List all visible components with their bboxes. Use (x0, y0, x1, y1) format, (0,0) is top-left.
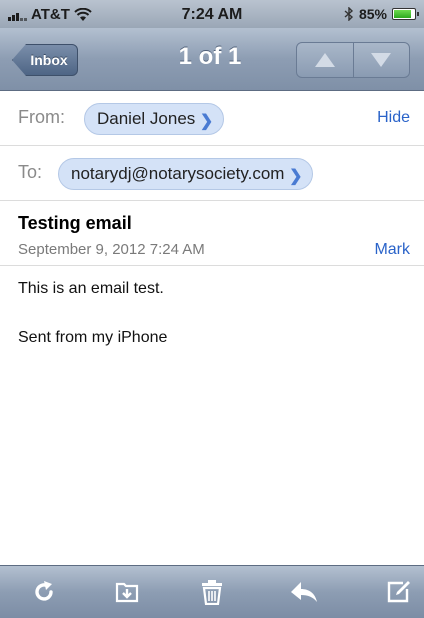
inbox-back-button[interactable]: Inbox (12, 44, 78, 76)
chevron-right-icon: ❯ (199, 113, 214, 130)
previous-message-button[interactable] (297, 43, 353, 77)
email-subject: Testing email (18, 213, 132, 233)
status-right-group: 85% (344, 6, 419, 22)
sender-name: Daniel Jones (97, 109, 196, 128)
recipient-contact-pill[interactable]: notarydj@notarysociety.com ❯ (58, 158, 314, 190)
hide-details-link[interactable]: Hide (377, 109, 410, 127)
arrow-down-icon (371, 53, 392, 67)
to-row: To: notarydj@notarysociety.com ❯ (0, 146, 424, 201)
compose-button[interactable] (380, 575, 416, 609)
sender-contact-pill[interactable]: Daniel Jones ❯ (84, 103, 225, 135)
email-body-line: This is an email test. (18, 280, 164, 297)
recipient-address: notarydj@notarysociety.com (71, 164, 285, 183)
bottom-toolbar (0, 565, 424, 618)
reply-icon (291, 582, 317, 602)
refresh-icon (35, 581, 53, 601)
move-folder-icon (115, 582, 139, 603)
subject-area: Testing email September 9, 2012 7:24 AM … (0, 201, 424, 266)
refresh-button[interactable] (26, 575, 62, 609)
move-to-folder-button[interactable] (109, 575, 145, 609)
battery-percent: 85% (358, 6, 387, 22)
message-position-title: 1 of 1 (178, 43, 242, 70)
delete-button[interactable] (194, 575, 230, 609)
email-date: September 9, 2012 7:24 AM (18, 241, 205, 258)
battery-icon (392, 8, 419, 20)
trash-icon (202, 580, 222, 605)
reply-button[interactable] (286, 575, 322, 609)
email-signature: Sent from my iPhone (18, 329, 168, 346)
chevron-right-icon: ❯ (289, 168, 303, 185)
mark-link[interactable]: Mark (374, 241, 410, 259)
next-message-button[interactable] (352, 43, 410, 77)
bluetooth-icon (344, 7, 353, 21)
to-label: To: (18, 162, 43, 182)
from-row: From: Daniel Jones ❯ Hide (0, 91, 424, 146)
battery-fill (394, 10, 411, 18)
arrow-up-icon (314, 53, 335, 67)
from-label: From: (18, 107, 65, 127)
navigation-bar: Inbox 1 of 1 (0, 28, 424, 91)
compose-icon (387, 581, 410, 603)
status-bar: AT&T 7:24 AM 85% (0, 0, 424, 28)
message-nav-segmented-control (296, 42, 410, 78)
